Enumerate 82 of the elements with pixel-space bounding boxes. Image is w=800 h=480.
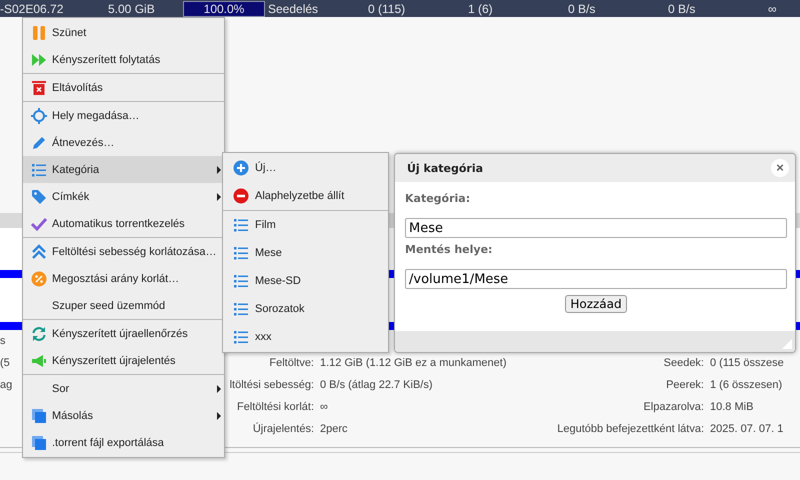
pencil-icon xyxy=(31,134,47,150)
minus-icon xyxy=(233,188,249,204)
detail-value: 2025. 07. 07. 1 xyxy=(709,423,784,435)
close-button[interactable]: × xyxy=(771,159,789,177)
crosshair-icon xyxy=(31,108,47,124)
detail-value: 1 (6 összesen) xyxy=(709,379,784,391)
plus-icon xyxy=(233,160,249,176)
detail-label: (5 xyxy=(0,357,11,369)
category-field[interactable]: Mese xyxy=(405,218,787,238)
menu-item[interactable]: Automatikus torrentkezelés xyxy=(23,210,224,237)
menu-item[interactable]: xxx xyxy=(223,323,388,351)
seeds-count: 0 (115) xyxy=(368,2,406,16)
menu-item[interactable]: Új… xyxy=(223,154,388,182)
list-icon xyxy=(233,245,249,261)
field-label: Mentés helye: xyxy=(405,243,494,258)
torrent-name: -S02E06.72 xyxy=(0,2,64,16)
refresh-icon xyxy=(31,326,47,342)
menu-item[interactable]: .torrent fájl exportálása xyxy=(23,429,224,456)
torrent-status: Seedelés xyxy=(268,2,318,16)
menu-item[interactable]: Sor xyxy=(23,375,224,402)
download-speed: 0 B/s xyxy=(568,2,596,16)
detail-value: 2perc xyxy=(319,423,349,435)
percent-icon xyxy=(31,270,47,286)
save-path-field[interactable]: /volume1/Mese xyxy=(405,269,787,289)
menu-item[interactable]: Szünet xyxy=(23,19,224,46)
detail-value: 0 B/s (átlag 22.7 KiB/s) xyxy=(319,379,434,391)
detail-label: ltöltési sebesség: xyxy=(230,379,314,391)
list-icon xyxy=(233,329,249,345)
menu-item[interactable]: Film xyxy=(223,211,388,239)
upload-speed: 0 B/s xyxy=(668,2,696,16)
menu-item[interactable]: Szuper seed üzemmód xyxy=(23,292,224,319)
menu-item[interactable]: Megosztási arány korlát… xyxy=(23,265,224,292)
menu-item[interactable]: Eltávolítás xyxy=(23,74,224,101)
detail-label: Seedek: xyxy=(664,357,704,369)
double-chevron-icon xyxy=(31,244,47,260)
eta-value: ∞ xyxy=(768,2,777,16)
detail-label: s xyxy=(0,335,6,347)
menu-item[interactable]: Kategória xyxy=(23,156,224,183)
field-label: Kategória: xyxy=(405,192,472,207)
fast-forward-icon xyxy=(31,52,47,68)
submenu-arrow-icon xyxy=(217,412,221,420)
torrent-row[interactable]: -S02E06.72 5.00 GiB 100.0% Seedelés 0 (115) 1 (6) 0 B/s 0 B/s ∞ xyxy=(0,0,800,17)
menu-item[interactable]: Átnevezés… xyxy=(23,129,224,156)
detail-value: 1.12 GiB (1.12 GiB ez a munkamenet) xyxy=(319,357,508,369)
trash-icon xyxy=(31,80,47,96)
detail-label: Újrajelentés: xyxy=(252,423,314,435)
tag-icon xyxy=(31,188,47,204)
list-icon xyxy=(233,217,249,233)
menu-item[interactable]: Mese-SD xyxy=(223,267,388,295)
copy-icon xyxy=(31,434,47,450)
add-button[interactable]: Hozzáad xyxy=(565,295,627,313)
detail-value: 0 (115 összese xyxy=(709,357,785,369)
detail-label: Peerek: xyxy=(666,379,704,391)
list-icon xyxy=(31,162,47,178)
submenu-arrow-icon xyxy=(217,384,221,392)
menu-item[interactable]: Alaphelyzetbe állít xyxy=(223,182,388,210)
detail-label: Feltöltve: xyxy=(269,357,314,369)
pause-icon xyxy=(31,24,47,40)
checkmark-icon xyxy=(31,216,47,232)
menu-item[interactable]: Feltöltési sebesség korlátozása… xyxy=(23,238,224,265)
resize-grip-icon[interactable] xyxy=(782,339,792,349)
copy-icon xyxy=(31,408,47,424)
peers-count: 1 (6) xyxy=(468,2,493,16)
detail-value: ∞ xyxy=(319,401,329,413)
menu-item[interactable]: Másolás xyxy=(23,402,224,429)
detail-label: ag xyxy=(0,379,14,391)
menu-item[interactable]: Kényszerített újraellenőrzés xyxy=(23,320,224,347)
list-icon xyxy=(233,273,249,289)
menu-item[interactable]: Mese xyxy=(223,239,388,267)
megaphone-icon xyxy=(31,352,47,368)
detail-value: 10.8 MiB xyxy=(709,401,754,413)
torrent-size: 5.00 GiB xyxy=(108,2,155,16)
menu-item[interactable]: Kényszerített folytatás xyxy=(23,46,224,73)
detail-label: Feltöltési korlát: xyxy=(236,401,314,413)
detail-label: Legutóbb befejezettként látva: xyxy=(557,423,704,435)
progress-label: 100.0% xyxy=(202,2,246,16)
menu-item[interactable]: Sorozatok xyxy=(223,295,388,323)
list-icon xyxy=(233,301,249,317)
dialog-title: Új kategória xyxy=(407,162,484,174)
menu-item[interactable]: Hely megadása… xyxy=(23,102,224,129)
menu-item[interactable]: Kényszerített újrajelentés xyxy=(23,347,224,374)
detail-label: Elpazarolva: xyxy=(643,401,704,413)
